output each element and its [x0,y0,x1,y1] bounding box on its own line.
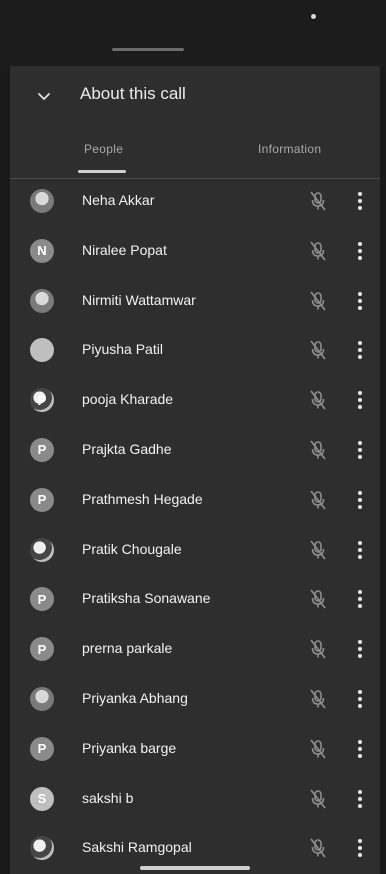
participant-name: Priyanka barge [82,739,177,756]
participant-row[interactable]: Piyusha Patil [10,325,380,375]
participant-row[interactable]: Ssakshi b [10,774,380,824]
participant-name: Piyusha Patil [82,341,163,358]
more-vert-icon[interactable] [357,340,363,360]
mic-off-icon [310,291,326,311]
mic-off-icon [310,739,326,759]
left-edge [0,66,10,874]
avatar: N [30,238,54,263]
camera-dot [311,14,316,19]
participant-name: Pratiksha Sonawane [82,590,211,607]
more-vert-icon[interactable] [357,589,363,609]
panel-title: About this call [80,84,186,103]
avatar [30,836,54,861]
about-call-panel: About this call People Information Neha … [10,66,380,874]
mic-off-icon [310,340,326,360]
tab-information[interactable]: Information [258,142,321,156]
participant-name: Nirmiti Wattamwar [82,291,196,308]
participant-name: prerna parkale [82,640,173,657]
more-vert-icon[interactable] [357,639,363,659]
avatar: P [30,587,54,612]
more-vert-icon[interactable] [357,490,363,510]
more-vert-icon[interactable] [357,689,363,709]
avatar [30,288,54,313]
mic-off-icon [310,440,326,460]
participant-name: Priyanka Abhang [82,689,188,706]
mic-off-icon [310,191,326,211]
avatar: P [30,388,54,413]
participant-row[interactable]: Ppooja Kharade [10,375,380,425]
avatar [30,686,54,711]
more-vert-icon[interactable] [357,739,363,759]
mic-off-icon [310,589,326,609]
more-vert-icon[interactable] [357,291,363,311]
chevron-down-icon[interactable] [36,88,52,104]
right-edge [380,66,386,874]
panel-header: About this call [10,80,380,116]
participant-name: sakshi b [82,789,134,806]
more-vert-icon[interactable] [357,191,363,211]
more-vert-icon[interactable] [357,540,363,560]
participant-row[interactable]: Priyanka Abhang [10,674,380,724]
more-vert-icon[interactable] [357,241,363,261]
active-tab-indicator [78,170,126,173]
participant-name: Prathmesh Hegade [82,490,203,507]
participant-row[interactable]: Nirmiti Wattamwar [10,276,380,326]
mic-off-icon [310,689,326,709]
participant-row[interactable]: P Priyanka barge [10,724,380,774]
participant-row[interactable]: N Niralee Popat [10,226,380,276]
avatar: S [30,786,54,811]
participant-name: Sakshi Ramgopal [82,839,192,856]
participant-list: Neha Akkar N Niralee Popat Nirmiti Wattamwa… [10,176,380,873]
more-vert-icon[interactable] [357,390,363,410]
avatar [30,338,54,363]
avatar [30,189,54,213]
participant-name: Prajkta Gadhe [82,440,172,457]
participant-name: pooja Kharade [82,391,174,408]
participant-row[interactable]: P Pratiksha Sonawane [10,574,380,624]
status-bar [0,0,386,66]
mic-off-icon [310,390,326,410]
participant-row[interactable]: P Prajkta Gadhe [10,425,380,475]
avatar: P [30,637,54,662]
mic-off-icon [310,490,326,510]
tab-bar: People Information [10,132,380,179]
more-vert-icon[interactable] [357,440,363,460]
mic-off-icon [310,241,326,261]
participant-name: Niralee Popat [82,241,167,258]
mic-off-icon [310,639,326,659]
participant-name: Neha Akkar [82,192,155,208]
avatar: P [30,736,54,761]
participant-row[interactable]: Pratik Chougale [10,525,380,575]
mic-off-icon [310,540,326,560]
avatar [30,537,54,562]
tab-people[interactable]: People [84,142,123,156]
avatar: P [30,437,54,462]
mic-off-icon [310,789,326,809]
more-vert-icon[interactable] [357,838,363,858]
mic-off-icon [310,838,326,858]
avatar: P [30,487,54,512]
participant-name: Pratik Chougale [82,540,182,557]
home-indicator[interactable] [140,866,250,870]
sheet-drag-handle[interactable] [112,48,184,51]
participant-row[interactable]: Neha Akkar [10,176,380,226]
more-vert-icon[interactable] [357,789,363,809]
participant-row[interactable]: Pprerna parkale [10,624,380,674]
participant-row[interactable]: P Prathmesh Hegade [10,475,380,525]
